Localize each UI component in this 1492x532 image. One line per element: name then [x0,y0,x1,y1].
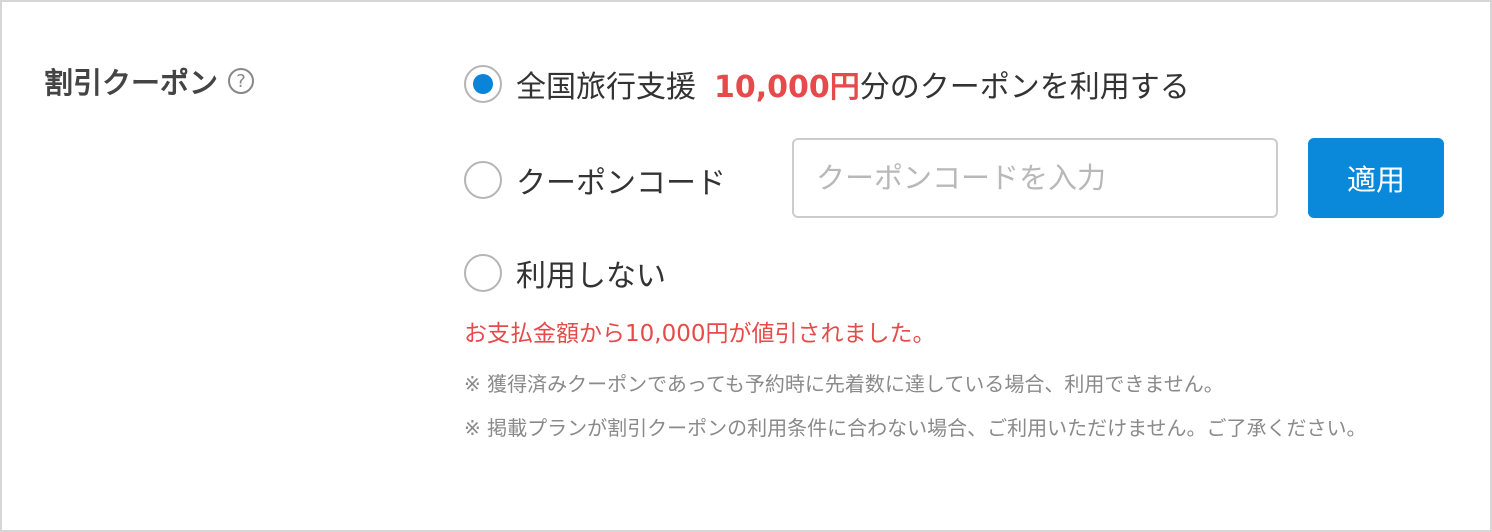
radio-selected-dot [473,74,493,94]
question-circle-icon[interactable]: ? [228,68,255,94]
coupon-code-input[interactable] [792,138,1278,218]
coupon-panel: 割引クーポン ? 全国旅行支援 10,000円分のクーポンを利用する クーポンコー… [0,0,1492,532]
option-travel-support[interactable]: 全国旅行支援 10,000円分のクーポンを利用する [464,62,1190,106]
note-first-come: ※ 獲得済みクーポンであっても予約時に先着数に達している場合、利用できません。 [464,372,1224,396]
radio-travel-support[interactable] [464,65,502,103]
travel-support-amount: 10,000円 [714,70,860,105]
coupon-section-title: 割引クーポン [44,66,219,100]
travel-support-suffix: 分のクーポンを利用する [859,70,1190,105]
coupon-code-label[interactable]: クーポンコード [516,158,726,202]
option-coupon-code[interactable]: クーポンコード [464,158,726,202]
option-no-use[interactable]: 利用しない [464,251,666,295]
radio-no-use[interactable] [464,254,502,292]
radio-coupon-code[interactable] [464,161,502,199]
travel-support-label: 全国旅行支援 [516,70,696,105]
coupon-section-label: 割引クーポン ? [44,60,255,102]
discount-message: お支払金額から10,000円が値引されました。 [464,321,936,347]
note-plan-conditions: ※ 掲載プランが割引クーポンの利用条件に合わない場合、ご利用いただけません。ご了… [464,416,1367,440]
option-travel-support-label[interactable]: 全国旅行支援 10,000円分のクーポンを利用する [516,62,1190,106]
no-use-label[interactable]: 利用しない [516,251,666,295]
apply-button[interactable]: 適用 [1308,138,1444,218]
